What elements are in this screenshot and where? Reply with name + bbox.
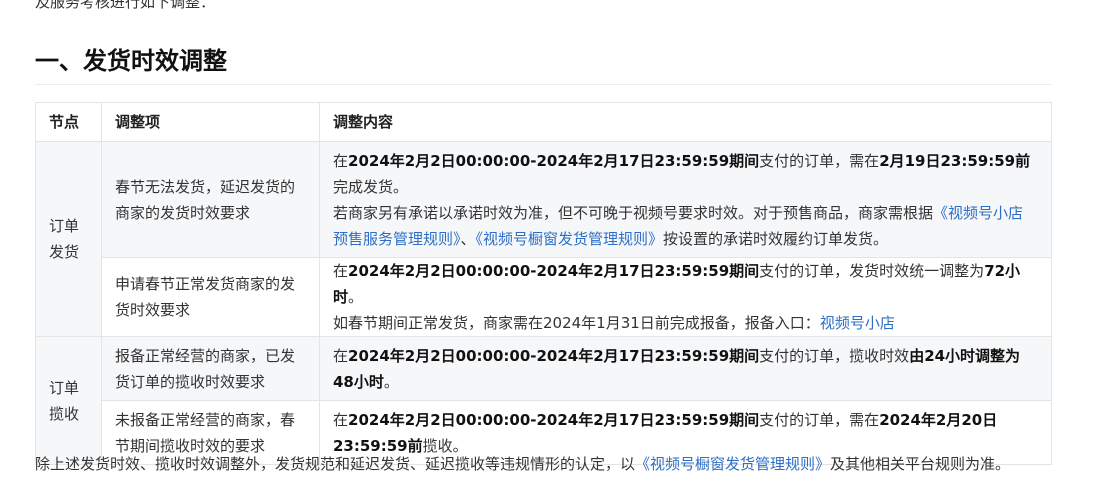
header-content: 调整内容 (319, 102, 1052, 142)
text-segment: 在 (333, 151, 349, 170)
item-cell: 申请春节正常发货商家的发货时效要求 (101, 257, 320, 337)
footer-note: 除上述发货时效、揽收时效调整外，发货规范和延迟发货、延迟揽收等违规情形的认定，以… (35, 451, 1055, 477)
table-row: 订单揽收 报备正常经营的商家，已发货订单的揽收时效要求 在2024年2月2日00… (35, 336, 1052, 465)
text-segment: 支付的订单，揽收时效 (759, 346, 910, 365)
table-row: 订单发货 春节无法发货，延迟发货的商家的发货时效要求 在2024年2月2日00:… (35, 141, 1052, 337)
text-segment: 在 (333, 410, 349, 429)
content-paragraph: 若商家另有承诺以承诺时效为准，但不可晚于视频号要求时效。对于预售商品，商家需根据… (333, 200, 1038, 252)
bold-text: 2024年2月2日00:00:00-2024年2月17日23:59:59期间 (348, 151, 760, 170)
rule-link[interactable]: 《视频号橱窗发货管理规则》 (635, 455, 830, 473)
rule-link[interactable]: 《视频号橱窗发货管理规则》 (476, 230, 664, 248)
title-divider (35, 84, 1051, 85)
item-cell: 报备正常经营的商家，已发货订单的揽收时效要求 (101, 336, 320, 401)
text-segment: 及其他相关平台规则为准。 (830, 455, 1011, 473)
section-title: 一、发货时效调整 (35, 47, 227, 75)
content-paragraph: 在2024年2月2日00:00:00-2024年2月17日23:59:59期间支… (333, 148, 1038, 200)
bold-text: 2024年2月2日00:00:00-2024年2月17日23:59:59期间 (348, 410, 760, 429)
rule-link[interactable]: 视频号小店 (820, 314, 895, 332)
text-segment: 、 (460, 229, 476, 248)
bold-text: 2024年2月2日00:00:00-2024年2月17日23:59:59期间 (348, 262, 760, 280)
text-segment: 。 (383, 372, 399, 391)
content-cell: 在2024年2月2日00:00:00-2024年2月17日23:59:59期间支… (319, 257, 1052, 337)
text-segment: 除上述发货时效、揽收时效调整外，发货规范和延迟发货、延迟揽收等违规情形的认定，以 (35, 455, 636, 473)
node-cell: 订单发货 (35, 141, 102, 337)
bold-text: 2024年2月2日00:00:00-2024年2月17日23:59:59期间 (348, 346, 760, 365)
text-segment: 按设置的承诺时效履约订单发货。 (663, 229, 889, 248)
content-cell: 在2024年2月2日00:00:00-2024年2月17日23:59:59期间支… (319, 141, 1052, 258)
content-paragraph: 如春节期间正常发货，商家需在2024年1月31日前完成报备，报备入口：视频号小店 (333, 310, 1038, 336)
text-segment: 若商家另有承诺以承诺时效为准，但不可晚于视频号要求时效。对于预售商品，商家需根据 (333, 203, 934, 222)
content-cell: 在2024年2月2日00:00:00-2024年2月17日23:59:59期间支… (319, 336, 1052, 401)
text-segment: 。 (348, 288, 364, 306)
table-row: 申请春节正常发货商家的发货时效要求 在2024年2月2日00:00:00-202… (36, 257, 1052, 337)
text-segment: 支付的订单，发货时效统一调整为 (759, 262, 985, 280)
text-segment: 如春节期间正常发货，商家需在2024年1月31日前完成报备，报备入口： (333, 314, 820, 332)
adjustment-table: 节点 调整项 调整内容 订单发货 春节无法发货，延迟发货的商家的发货时效要求 在… (35, 102, 1052, 465)
text-segment: 在 (333, 262, 349, 280)
item-cell: 春节无法发货，延迟发货的商家的发货时效要求 (101, 141, 320, 258)
content-paragraph: 在2024年2月2日00:00:00-2024年2月17日23:59:59期间支… (333, 343, 1038, 395)
node-cell: 订单揽收 (35, 336, 102, 465)
text-segment: 完成发货。 (333, 177, 409, 196)
table-header-row: 节点 调整项 调整内容 (35, 102, 1052, 142)
content-paragraph: 在2024年2月2日00:00:00-2024年2月17日23:59:59期间支… (333, 258, 1038, 310)
header-item: 调整项 (101, 102, 320, 142)
bold-text: 2月19日23:59:59前 (879, 151, 1031, 170)
text-segment: 支付的订单，需在 (759, 151, 880, 170)
intro-text: 及服务考核进行如下调整： (35, 0, 216, 11)
text-segment: 在 (333, 346, 349, 365)
text-segment: 支付的订单，需在 (759, 410, 880, 429)
header-node: 节点 (35, 102, 102, 142)
